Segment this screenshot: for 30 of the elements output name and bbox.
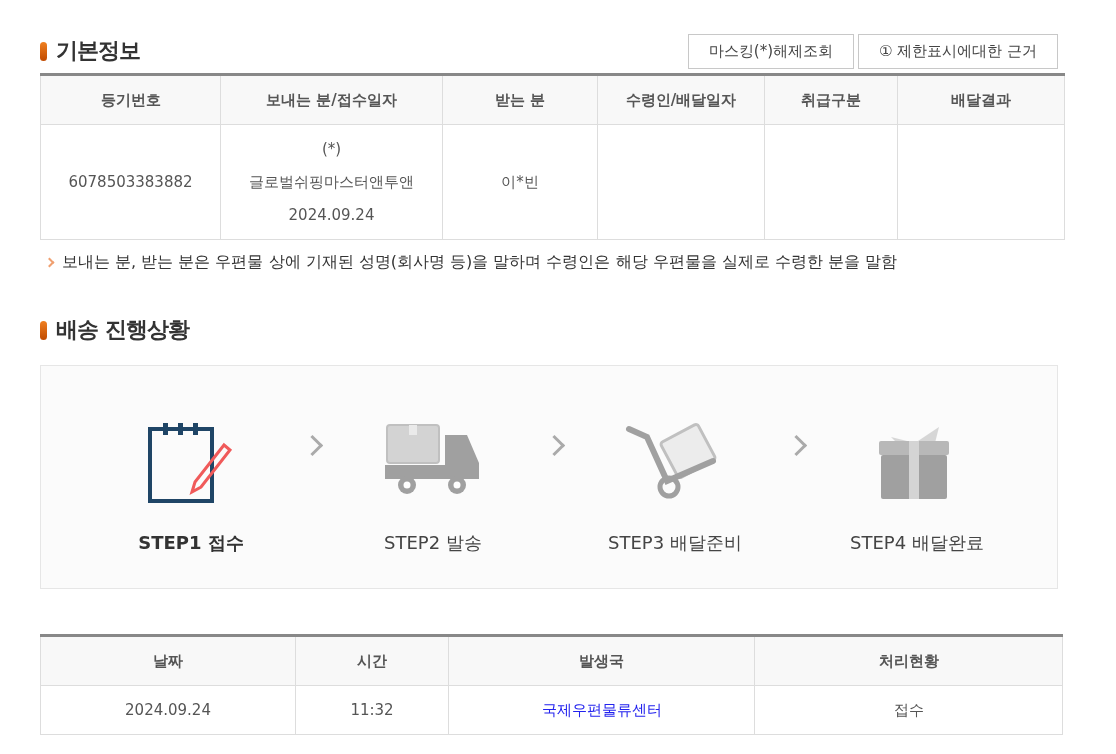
step-label: STEP3 배달준비 [608,531,742,555]
note-text: 보내는 분, 받는 분은 우편물 상에 기재된 성명(회사명 등)을 말하며 수령인은 해당 우편물을 실제로 수령한 분을 말함 [62,252,897,273]
cell-text: 글로벌쉬핑마스터앤투앤 [248,171,415,193]
table-cell: 2024.09.24 [40,685,296,735]
action-button[interactable]: ① 제한표시에대한 근거 [858,34,1058,69]
table-cell: 접수 [754,685,1063,735]
column-header: 수령인/배달일자 [597,74,765,125]
cell-text: 2024.09.24 [287,204,376,226]
action-button[interactable]: 마스킹(*)해제조회 [687,34,854,69]
step-label: STEP1 접수 [138,531,244,555]
cell-text: (*) [320,138,343,160]
column-header: 시간 [295,635,449,686]
column-header: 받는 분 [442,74,598,125]
table-cell: 11:32 [295,685,449,735]
heading-marker-icon [40,320,47,340]
step-label: STEP2 발송 [384,531,482,555]
table-cell: 이*빈 [442,124,598,240]
office-link[interactable]: 국제우편물류센터 [541,700,662,719]
column-header: 등기번호 [40,74,221,125]
column-header: 발생국 [448,635,755,686]
section-title: 배송 진행상황 [56,316,189,344]
heading-marker-icon [40,41,47,61]
column-header: 배달결과 [897,74,1065,125]
column-header: 보내는 분/접수일자 [220,74,443,125]
step-label: STEP4 배달완료 [850,531,984,555]
column-header: 처리현황 [754,635,1063,686]
table-cell: 6078503383882 [40,124,221,240]
section-title: 기본정보 [56,37,140,65]
column-header: 취급구분 [764,74,898,125]
column-header: 날짜 [40,635,296,686]
